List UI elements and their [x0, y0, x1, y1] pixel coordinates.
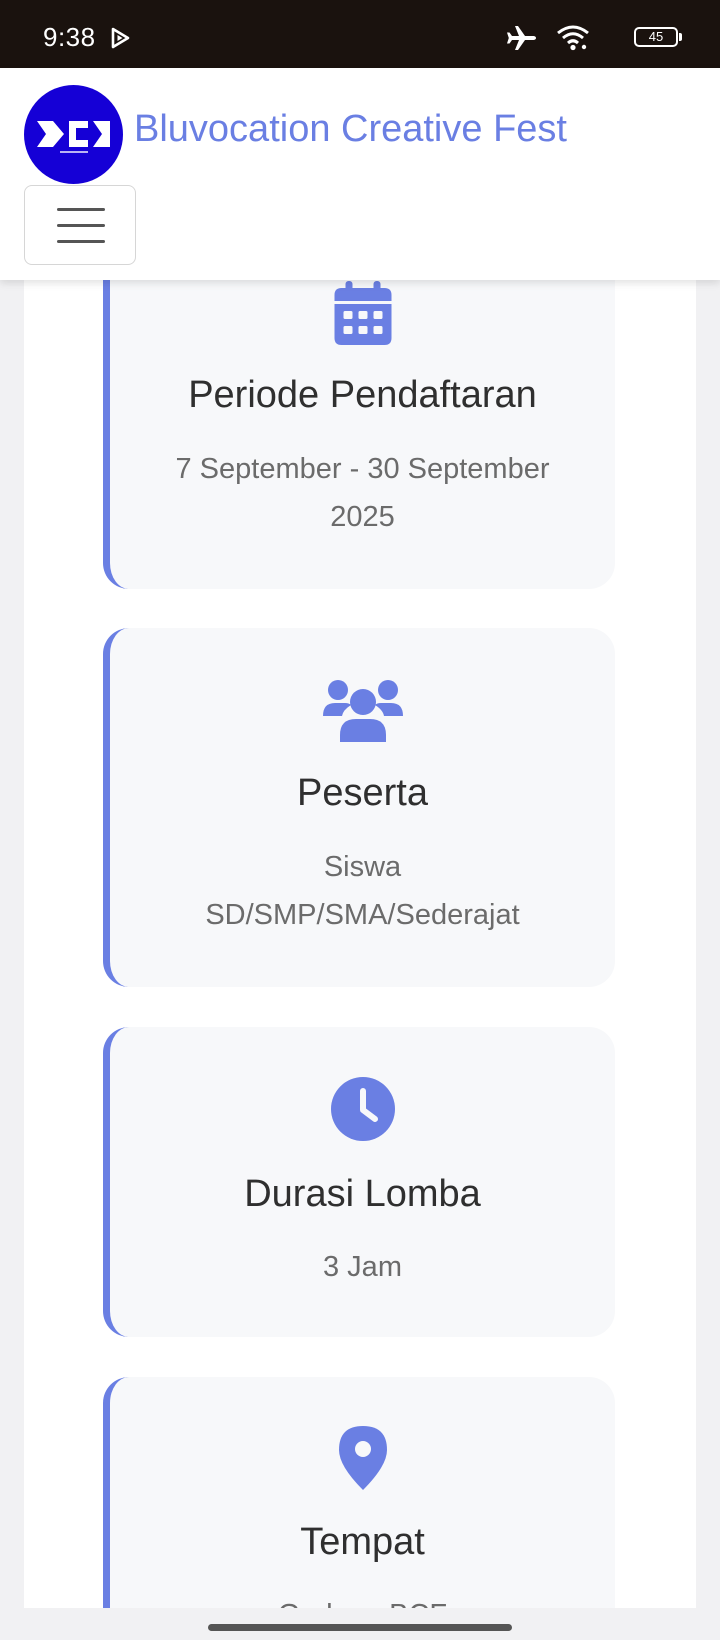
card-title: Durasi Lomba — [244, 1173, 481, 1215]
play-icon — [108, 26, 132, 55]
wifi-icon — [556, 25, 590, 56]
calendar-icon — [334, 281, 391, 350]
card-text-line: 2025 — [330, 501, 395, 533]
card-text-line: Siswa — [323, 851, 402, 883]
location-pin-icon — [338, 1426, 387, 1495]
users-icon — [322, 678, 403, 747]
info-card-registration: Periode Pendaftaran 7 September - 30 Sep… — [103, 240, 615, 589]
battery-icon: 45 — [634, 27, 682, 47]
card-text: 3 Jam — [160, 1243, 565, 1291]
info-card-participants: Peserta Siswa SD/SMP/SMA/Sederajat — [103, 628, 615, 987]
status-bar: 9:38 45 — [0, 0, 720, 68]
card-title: Peserta — [297, 772, 428, 814]
gesture-area — [0, 1608, 720, 1640]
card-text: 7 September - 30 September 2025 — [160, 445, 565, 541]
status-time: 9:38 — [43, 22, 96, 52]
menu-toggle-button[interactable] — [24, 185, 136, 265]
card-text-line: 3 Jam — [323, 1251, 402, 1283]
card-text-line: 7 September - 30 September — [175, 453, 550, 485]
battery-level: 45 — [634, 27, 678, 47]
clock-icon — [330, 1077, 395, 1146]
home-gesture-bar[interactable] — [208, 1624, 512, 1631]
info-card-duration: Durasi Lomba 3 Jam — [103, 1027, 615, 1337]
card-title: Periode Pendaftaran — [188, 374, 537, 416]
info-card-location: Tempat Gedung BCF — [103, 1377, 615, 1640]
logo-icon[interactable] — [24, 85, 123, 184]
navbar: Bluvocation Creative Fest — [0, 68, 720, 280]
airplane-icon — [506, 24, 538, 57]
card-text-line: SD/SMP/SMA/Sederajat — [205, 899, 520, 931]
battery-tip — [679, 33, 682, 41]
card-text: Siswa SD/SMP/SMA/Sederajat — [160, 843, 565, 939]
card-title: Tempat — [300, 1521, 425, 1563]
status-icons: 45 — [492, 22, 682, 52]
brand-title[interactable]: Bluvocation Creative Fest — [134, 108, 567, 151]
